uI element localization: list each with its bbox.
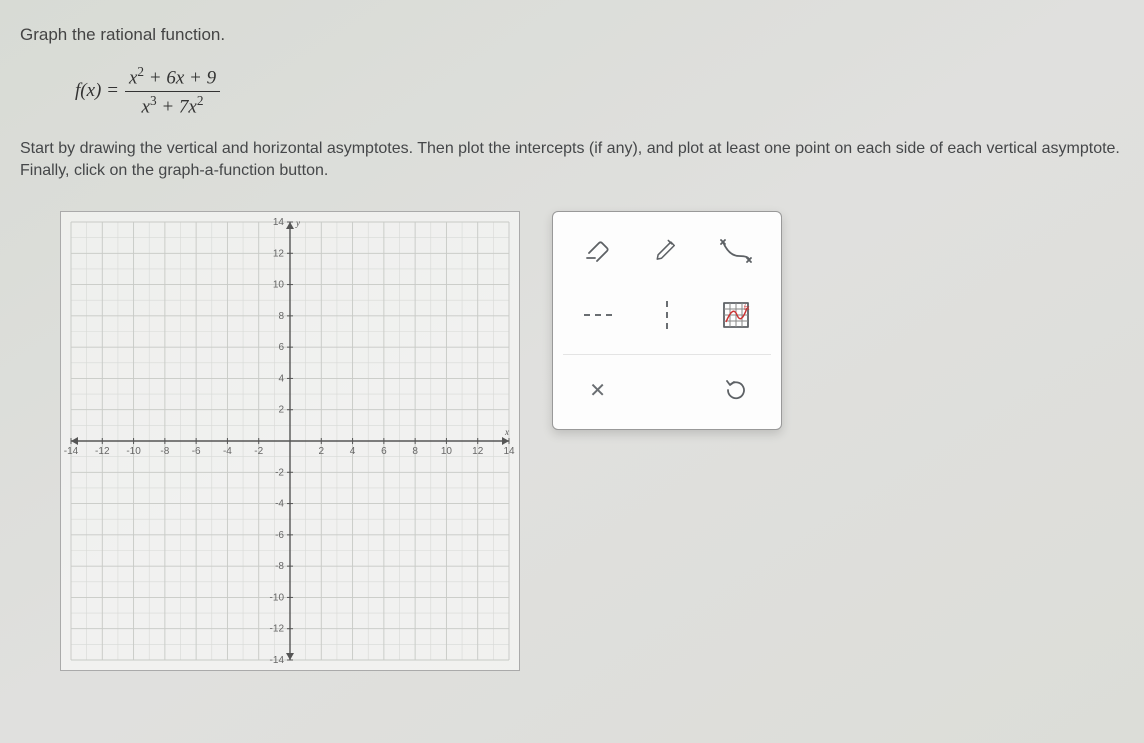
svg-text:-4: -4 bbox=[223, 446, 232, 457]
svg-text:-6: -6 bbox=[275, 530, 284, 541]
svg-text:-14: -14 bbox=[270, 655, 285, 666]
vertical-asymptote-icon bbox=[666, 301, 668, 329]
svg-text:10: 10 bbox=[273, 280, 285, 291]
svg-text:6: 6 bbox=[381, 446, 387, 457]
vertical-asymptote-tool[interactable] bbox=[639, 292, 695, 338]
svg-text:-8: -8 bbox=[160, 446, 169, 457]
svg-text:12: 12 bbox=[472, 446, 484, 457]
svg-text:8: 8 bbox=[278, 311, 284, 322]
equation-fraction: x2 + 6x + 9 x3 + 7x2 bbox=[125, 63, 220, 120]
graph-a-function-icon: fx bbox=[721, 300, 751, 330]
horizontal-asymptote-tool[interactable] bbox=[570, 292, 626, 338]
svg-text:4: 4 bbox=[350, 446, 356, 457]
equation: f(x) = x2 + 6x + 9 x3 + 7x2 bbox=[75, 63, 1124, 120]
equation-lhs: f(x) = bbox=[75, 80, 119, 102]
eraser-tool[interactable] bbox=[570, 228, 626, 274]
pencil-icon bbox=[653, 237, 681, 265]
svg-text:-14: -14 bbox=[64, 446, 79, 457]
reset-button[interactable] bbox=[708, 367, 764, 413]
svg-text:x: x bbox=[504, 427, 509, 437]
curve-tool-icon bbox=[719, 236, 753, 266]
tool-row-1 bbox=[563, 222, 771, 280]
svg-text:-8: -8 bbox=[275, 561, 284, 572]
svg-text:14: 14 bbox=[503, 446, 515, 457]
tool-row-3: ✕ bbox=[563, 354, 771, 419]
svg-text:-6: -6 bbox=[192, 446, 201, 457]
svg-text:-12: -12 bbox=[270, 624, 285, 635]
svg-text:-2: -2 bbox=[254, 446, 263, 457]
svg-text:8: 8 bbox=[412, 446, 418, 457]
svg-text:-2: -2 bbox=[275, 467, 284, 478]
graph-a-function-tool[interactable]: fx bbox=[708, 292, 764, 338]
instructions-text: Start by drawing the vertical and horizo… bbox=[20, 138, 1120, 181]
svg-text:4: 4 bbox=[278, 374, 284, 385]
horizontal-asymptote-icon bbox=[584, 314, 612, 316]
curve-tool[interactable] bbox=[708, 228, 764, 274]
svg-text:2: 2 bbox=[278, 405, 284, 416]
pencil-tool[interactable] bbox=[639, 228, 695, 274]
toolbox-panel: fx ✕ bbox=[552, 211, 782, 430]
clear-button[interactable]: ✕ bbox=[570, 367, 626, 413]
svg-text:12: 12 bbox=[273, 248, 285, 259]
svg-text:y: y bbox=[295, 218, 300, 228]
graph-canvas[interactable]: -14 -12 -10 -8 -6 -4 -2 2 4 6 8 10 12 14 -14 -12 -10 -8 -6… bbox=[60, 211, 520, 671]
eraser-icon bbox=[583, 239, 613, 263]
fraction-denominator: x3 + 7x2 bbox=[138, 92, 208, 120]
svg-text:-4: -4 bbox=[275, 499, 284, 510]
svg-text:-10: -10 bbox=[126, 446, 141, 457]
work-area: -14 -12 -10 -8 -6 -4 -2 2 4 6 8 10 12 14 -14 -12 -10 -8 -6… bbox=[60, 211, 1124, 671]
prompt-title: Graph the rational function. bbox=[20, 25, 1124, 45]
svg-text:10: 10 bbox=[441, 446, 453, 457]
reset-icon bbox=[724, 378, 748, 402]
close-icon: ✕ bbox=[589, 378, 606, 403]
svg-text:fx: fx bbox=[744, 305, 750, 312]
svg-text:-10: -10 bbox=[270, 593, 285, 604]
svg-text:6: 6 bbox=[278, 342, 284, 353]
tool-row-2: fx bbox=[563, 286, 771, 344]
svg-text:2: 2 bbox=[319, 446, 325, 457]
fraction-numerator: x2 + 6x + 9 bbox=[125, 63, 220, 91]
svg-text:-12: -12 bbox=[95, 446, 110, 457]
svg-text:14: 14 bbox=[273, 217, 285, 228]
